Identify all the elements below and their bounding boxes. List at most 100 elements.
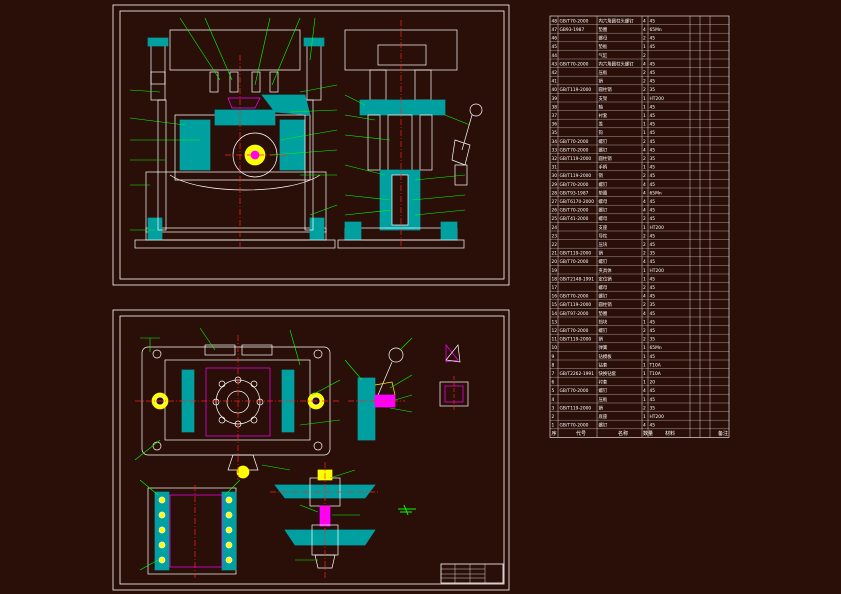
bom-cell: 定位销	[599, 275, 613, 282]
bom-cell: 4	[643, 259, 646, 265]
bom-cell: 螺钉	[599, 327, 608, 334]
bom-cell: 钻套	[599, 361, 608, 368]
bom-cell: 4	[643, 311, 646, 317]
bom-cell: 1	[643, 44, 646, 50]
bom-cell: 4	[552, 397, 555, 403]
bom-cell: 螺钉	[599, 181, 608, 188]
bom-cell: 22	[552, 242, 558, 248]
bom-cell: 1	[643, 165, 646, 171]
bom-cell: 46	[552, 36, 558, 42]
bom-cell: 气缸	[599, 52, 608, 59]
bom-cell: 37	[552, 113, 558, 119]
bom-row: 2 底座 1 HT200	[552, 413, 665, 420]
bom-cell: 销	[599, 250, 604, 257]
bom-cell: 压板	[599, 396, 608, 403]
bom-row: 47 GB93-1987 垫圈 4 65Mn	[552, 26, 662, 33]
bom-row: 38 轴 1 45	[552, 103, 656, 110]
bom-cell: 1	[643, 225, 646, 231]
bom-cell: 1	[643, 371, 646, 377]
bom-cell: 销	[599, 404, 604, 411]
bom-cell: 螺钉	[599, 138, 608, 145]
bom-row: 34 GB/T70-2000 螺钉 2 45	[552, 138, 656, 145]
detail-views	[439, 344, 469, 412]
bom-cell: 4	[643, 182, 646, 188]
bom-row: 44 气缸 2	[552, 52, 647, 59]
bom-cell: HT200	[650, 268, 665, 274]
bom-cell: 26	[552, 208, 558, 214]
bom-row: 3 GB/T119-2000 销 2 35	[552, 404, 656, 411]
bom-cell: 17	[552, 285, 558, 291]
bom-cell: 4	[643, 147, 646, 153]
bom-row: 4 压板 1 45	[552, 396, 656, 403]
bom-row: 39 支架 1 HT200	[552, 95, 665, 102]
bom-cell: 45	[650, 139, 656, 145]
bom-cell: GB/T70-2000	[560, 259, 589, 265]
bom-row: 37 衬套 1 45	[552, 112, 656, 119]
bom-row: 40 GB/T119-2000 圆柱销 2 35	[552, 86, 656, 93]
bom-cell: GB/T97-2000	[560, 311, 589, 317]
bom-cell: 2	[643, 242, 646, 248]
bom-cell: 圆柱销	[599, 86, 613, 93]
bom-cell: 盖	[599, 121, 604, 128]
bom-cell: 2	[643, 233, 646, 239]
bom-cell: 1	[552, 423, 555, 429]
top-drawing-sheet	[112, 4, 510, 286]
bom-cell: 36	[552, 122, 558, 128]
bom-cell: 45	[650, 311, 656, 317]
bom-row: 30 GB/T119-2000 销 2 45	[552, 172, 656, 179]
bom-cell: 35	[650, 302, 656, 308]
bom-row: 31 手柄 1 45	[552, 164, 656, 171]
bom-cell: 弹簧	[599, 344, 608, 351]
bom-cell: 夹具体	[599, 267, 613, 274]
bom-cell: 18	[552, 276, 558, 282]
bom-cell: 压板	[599, 69, 608, 76]
bom-cell: GB/T70-2000	[560, 61, 589, 67]
bom-cell: 2	[643, 156, 646, 162]
bom-cell: 销	[599, 172, 604, 179]
bom-cell: 螺母	[599, 215, 608, 222]
bom-cell: 45	[650, 130, 656, 136]
bom-cell: 螺母	[599, 284, 608, 291]
bom-cell: 圆柱销	[599, 155, 613, 162]
bom-row: 8 钻套 1 T10A	[552, 361, 661, 368]
bom-row: 21 GB/T119-2000 销 2 35	[552, 250, 656, 257]
bom-cell: 支架	[599, 95, 608, 102]
bom-cell: 45	[650, 44, 656, 50]
bom-row: 26 GB/T70-2000 螺钉 4 45	[552, 207, 656, 214]
bom-cell: 45	[650, 165, 656, 171]
bom-cell: 内六角圆柱头螺钉	[599, 17, 635, 24]
bom-cell: 垫圈	[599, 310, 608, 317]
bom-cell: 45	[650, 173, 656, 179]
bom-row: 45 垫板 1 45	[552, 43, 656, 50]
bom-cell: 2	[643, 70, 646, 76]
bom-cell: 1	[643, 362, 646, 368]
bom-cell: 44	[552, 53, 558, 59]
bom-cell: 2	[643, 139, 646, 145]
bom-cell: GB/T119-2000	[560, 405, 592, 411]
bom-cell: 45	[650, 104, 656, 110]
bom-cell: 垫圈	[599, 189, 608, 196]
bom-row: 13 挡块 1 45	[552, 318, 656, 325]
bom-cell: 压块	[599, 241, 608, 248]
bom-cell: 45	[650, 242, 656, 248]
bom-cell: 34	[552, 139, 558, 145]
bom-cell: GB/T2148-1991	[560, 276, 595, 282]
pin-section-view	[270, 462, 380, 578]
bom-cell: T10A	[649, 371, 661, 377]
bom-cell: 销	[599, 78, 604, 85]
bom-cell: 衬套	[599, 379, 608, 386]
bom-cell: GB/T70-2000	[560, 208, 589, 214]
bom-cell: 40	[552, 87, 558, 93]
bom-cell: 轴	[599, 103, 604, 110]
bom-cell: 41	[552, 79, 558, 85]
bom-row: 10 弹簧 1 65Mn	[552, 344, 662, 351]
bom-cell: 45	[650, 276, 656, 282]
bom-row: 32 GB/T119-2000 圆柱销 2 35	[552, 155, 656, 162]
bom-cell: 2	[643, 36, 646, 42]
bom-cell: 25	[552, 216, 558, 222]
bom-cell: 45	[650, 423, 656, 429]
bom-cell: 螺母	[599, 198, 608, 205]
bom-cell: 31	[552, 165, 558, 171]
bom-row: 20 GB/T70-2000 螺钉 4 45	[552, 258, 656, 265]
bom-cell: 7	[552, 371, 555, 377]
